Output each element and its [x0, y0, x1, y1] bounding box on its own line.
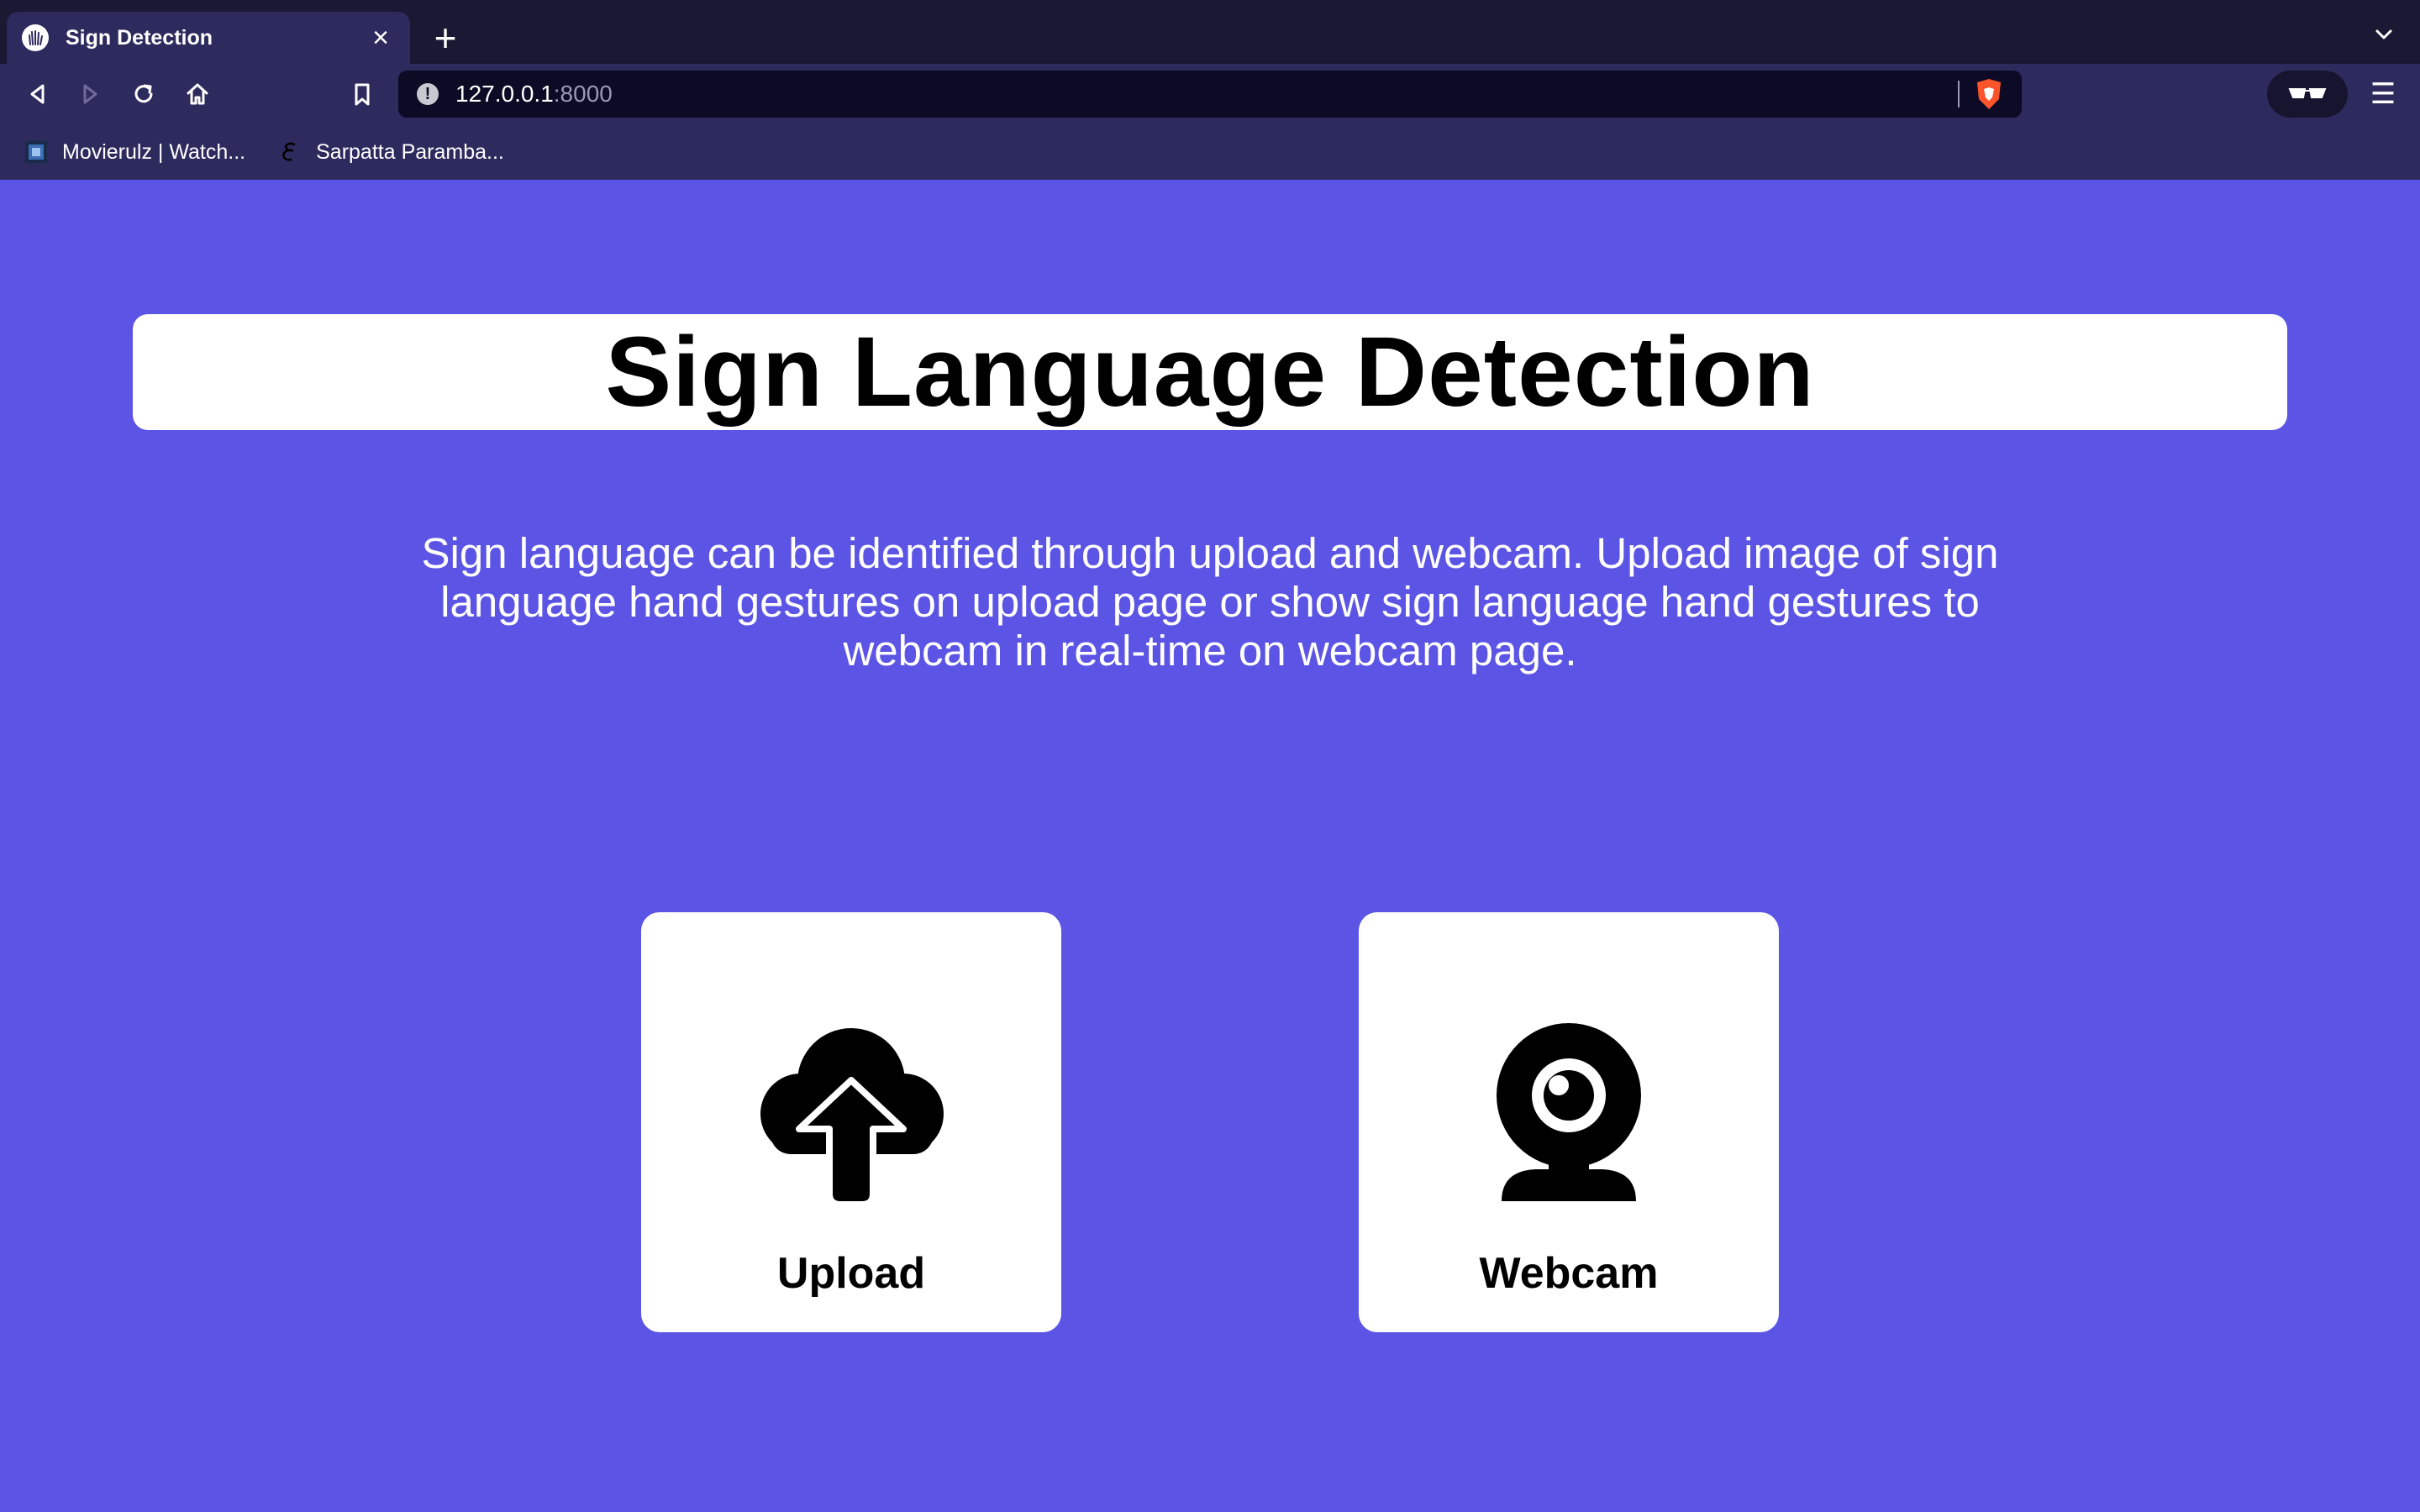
- bookmark-icon[interactable]: [345, 76, 380, 112]
- chevron-down-icon[interactable]: [2371, 22, 2396, 47]
- url-divider: [1958, 81, 1960, 108]
- bookmarks-bar: Movierulz | Watch... Sarpatta Paramba...: [0, 124, 2420, 180]
- url-host: 127.0.0.1: [455, 81, 554, 107]
- webcam-icon: [1468, 1021, 1670, 1206]
- title-box: Sign Language Detection: [133, 314, 2287, 430]
- page-content: Sign Language Detection Sign language ca…: [0, 180, 2420, 1512]
- script-e-icon: [277, 139, 302, 165]
- bookmark-sarpatta[interactable]: Sarpatta Paramba...: [277, 139, 504, 165]
- brave-shield-icon[interactable]: [1973, 77, 2005, 111]
- webcam-label: Webcam: [1479, 1249, 1659, 1298]
- cloud-upload-icon: [750, 1021, 952, 1208]
- bookmark-label: Movierulz | Watch...: [62, 139, 246, 164]
- forward-icon[interactable]: [72, 76, 108, 112]
- upload-label: Upload: [776, 1249, 926, 1298]
- info-icon[interactable]: !: [417, 83, 439, 105]
- sign-hand-icon: [22, 24, 49, 51]
- navigation-toolbar: ! 127.0.0.1:8000 ☰: [0, 64, 2420, 124]
- hamburger-menu-icon[interactable]: ☰: [2368, 76, 2398, 113]
- url-text: 127.0.0.1:8000: [455, 81, 613, 108]
- address-bar[interactable]: ! 127.0.0.1:8000: [398, 71, 2022, 118]
- page-title: Sign Language Detection: [605, 317, 1815, 428]
- bookmark-movierulz[interactable]: Movierulz | Watch...: [24, 139, 245, 165]
- tab-sign-detection[interactable]: Sign Detection ×: [7, 12, 410, 64]
- plus-icon[interactable]: +: [429, 18, 462, 57]
- close-icon[interactable]: ×: [366, 24, 395, 52]
- bookmark-label: Sarpatta Paramba...: [316, 139, 504, 164]
- movierulz-icon: [24, 139, 49, 165]
- home-icon[interactable]: [180, 76, 215, 112]
- url-port: :8000: [553, 81, 613, 107]
- tab-title: Sign Detection: [66, 25, 213, 50]
- tab-bar: Sign Detection × +: [0, 0, 2420, 64]
- webcam-card[interactable]: Webcam: [1359, 912, 1779, 1332]
- back-icon[interactable]: [20, 76, 55, 112]
- browser-chrome: Sign Detection × + ! 127.0.0.1:8000 ☰ Mo…: [0, 0, 2420, 180]
- glasses-icon[interactable]: [2267, 71, 2348, 118]
- page-description: Sign language can be identified through …: [421, 529, 1999, 675]
- reload-icon[interactable]: [126, 76, 161, 112]
- upload-card[interactable]: Upload: [641, 912, 1061, 1332]
